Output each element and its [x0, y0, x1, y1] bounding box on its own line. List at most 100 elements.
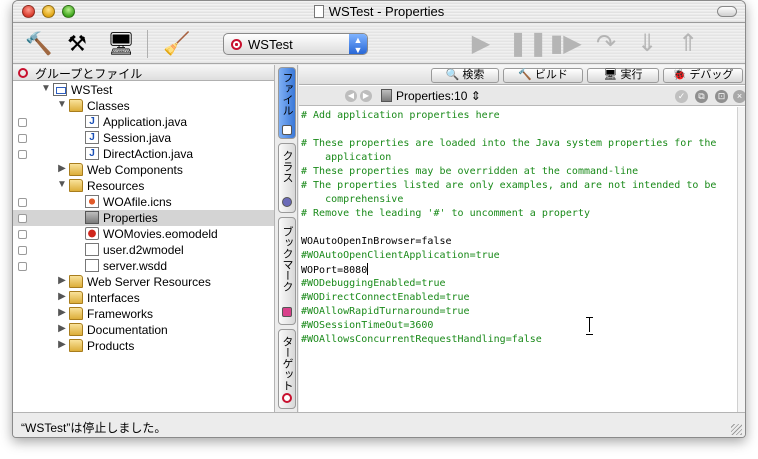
code-line: #WOAllowRapidTurnaround=true [301, 305, 737, 319]
tree-row-label: server.wsdd [103, 259, 168, 273]
file-tree: ▼ WSTest ▼ Classes J Application.java J Session… [13, 82, 274, 354]
broom-icon[interactable]: 🧹 [163, 30, 191, 58]
disclosure-closed-icon[interactable]: ▶ [57, 339, 67, 350]
hammer-broom-icon[interactable]: ⚒ [63, 30, 91, 58]
tree-row[interactable]: ▶ Web Server Resources [13, 274, 274, 290]
code-line: #WOAllowsConcurrentRequestHandling=false [301, 333, 737, 347]
tab-run[interactable]: 🖥 実行 [587, 68, 659, 83]
tree-row[interactable]: ▼ Classes [13, 98, 274, 114]
code-line-text: #WODebuggingEnabled=true [301, 278, 446, 289]
target-icon [231, 39, 242, 50]
project-icon [53, 83, 67, 96]
tree-row-label: WSTest [71, 83, 113, 97]
tab-find[interactable]: 🔍 検索 [431, 68, 499, 83]
tree-row[interactable]: server.wsdd [13, 258, 274, 274]
step-into-icon[interactable]: ⇓ [632, 30, 662, 58]
pause-icon[interactable]: ❚❚ [508, 30, 548, 58]
tab-build[interactable]: 🔨 ビルド [503, 68, 583, 83]
file-popup[interactable]: Properties:10 ⇕ [396, 89, 481, 103]
target-membership-checkbox[interactable] [18, 214, 27, 223]
tree-row-label: Classes [87, 99, 130, 113]
tree-row-label: Interfaces [87, 291, 140, 305]
tree-row[interactable]: ▶ Documentation [13, 322, 274, 338]
tree-row-label: Web Server Resources [87, 275, 211, 289]
code-line-text: application [301, 152, 392, 163]
tree-row[interactable]: ▶ Web Components [13, 162, 274, 178]
tree-row[interactable]: J DirectAction.java [13, 146, 274, 162]
target-membership-checkbox[interactable] [18, 198, 27, 207]
back-icon[interactable]: ◀ [345, 90, 357, 102]
target-membership-checkbox[interactable] [18, 150, 27, 159]
target-membership-checkbox[interactable] [18, 262, 27, 271]
checkmark-icon[interactable]: ✓ [675, 90, 688, 103]
play-icon[interactable]: ▶ [466, 30, 496, 58]
code-line-text: comprehensive [301, 194, 404, 205]
folder-icon [69, 307, 83, 320]
disclosure-open-icon[interactable]: ▼ [41, 83, 51, 94]
target-membership-checkbox[interactable] [18, 246, 27, 255]
hammer-icon[interactable]: 🔨 [25, 30, 53, 58]
target-membership-checkbox[interactable] [18, 118, 27, 127]
step-over-icon[interactable]: ↷ [591, 30, 621, 58]
tree-row[interactable]: ▶ Frameworks [13, 306, 274, 322]
tree-row[interactable]: ▶ Products [13, 338, 274, 354]
tab-targets[interactable]: ターゲット [278, 329, 296, 409]
disclosure-open-icon[interactable]: ▼ [57, 179, 67, 190]
resize-grip-icon[interactable] [731, 424, 742, 435]
folder-icon [69, 275, 83, 288]
tree-row-label: Session.java [103, 131, 172, 145]
code-line-text: #WOSessionTimeOut=3600 [301, 320, 434, 331]
tree-row-label: DirectAction.java [103, 147, 194, 161]
disclosure-closed-icon[interactable]: ▶ [57, 291, 67, 302]
tab-classes-label: クラス [281, 150, 293, 183]
tree-row[interactable]: ▼ Resources [13, 178, 274, 194]
disclosure-closed-icon[interactable]: ▶ [57, 307, 67, 318]
tab-find-label: 検索 [462, 69, 485, 81]
lock-icon[interactable]: ⊡ [715, 90, 728, 103]
tree-row[interactable]: ▶ Interfaces [13, 290, 274, 306]
target-membership-checkbox[interactable] [18, 134, 27, 143]
ibeam-cursor-icon [586, 317, 594, 335]
tree-row[interactable]: WOMovies.eomodeld [13, 226, 274, 242]
tree-row[interactable]: Properties [13, 210, 274, 226]
disclosure-closed-icon[interactable]: ▶ [57, 323, 67, 334]
step-continue-icon[interactable]: ▮▶ [550, 30, 582, 58]
tab-debug[interactable]: 🐞 デバッグ [663, 68, 743, 83]
monitor-icon[interactable]: 🖥 [107, 30, 135, 58]
tree-row[interactable]: user.d2wmodel [13, 242, 274, 258]
counterpart-icon[interactable]: ⧉ [695, 90, 708, 103]
build-icon: 🔨 [518, 69, 532, 81]
tab-files[interactable]: ファイル [278, 67, 296, 139]
folder-icon [69, 323, 83, 336]
code-line: # These properties are loaded into the J… [301, 137, 737, 151]
groups-header[interactable]: グループとファイル [13, 65, 274, 81]
tree-row[interactable]: J Session.java [13, 130, 274, 146]
active-target-popup[interactable]: WSTest ▲ ▼ [223, 33, 368, 55]
code-line: #WODirectConnectEnabled=true [301, 291, 737, 305]
tree-row[interactable]: ▼ WSTest [13, 82, 274, 98]
disclosure-closed-icon[interactable]: ▶ [57, 163, 67, 174]
title-bar[interactable]: WSTest - Properties [13, 1, 745, 23]
editor-scrollbar[interactable] [737, 107, 745, 412]
step-out-icon[interactable]: ⇑ [673, 30, 703, 58]
file-icon [85, 211, 99, 224]
target-icon [282, 393, 292, 403]
run-icon: 🖥 [603, 69, 618, 81]
tree-row[interactable]: J Application.java [13, 114, 274, 130]
tree-row[interactable]: WOAfile.icns [13, 194, 274, 210]
tab-bookmarks[interactable]: ブックマーク [278, 217, 296, 325]
tab-classes[interactable]: クラス [278, 143, 296, 213]
code-editor[interactable]: # Add application properties here # These… [301, 109, 737, 411]
target-membership-checkbox[interactable] [18, 230, 27, 239]
file-icon [381, 89, 392, 102]
tab-targets-label: ターゲット [281, 336, 293, 391]
main-window: WSTest - Properties 🔨 ⚒ 🖥 🧹 WSTest ▲ ▼ ▶ … [12, 0, 746, 438]
close-editor-icon[interactable]: × [733, 90, 745, 103]
side-tab-strip: ファイル クラス ブックマーク ターゲット [276, 65, 298, 412]
groups-and-files-pane: グループとファイル ▼ WSTest ▼ Classes J Application.ja… [13, 65, 275, 412]
disclosure-closed-icon[interactable]: ▶ [57, 275, 67, 286]
disclosure-open-icon[interactable]: ▼ [57, 99, 67, 110]
file-icon [85, 227, 99, 240]
toolbar-toggle-button[interactable] [717, 6, 737, 17]
forward-icon[interactable]: ▶ [360, 90, 372, 102]
